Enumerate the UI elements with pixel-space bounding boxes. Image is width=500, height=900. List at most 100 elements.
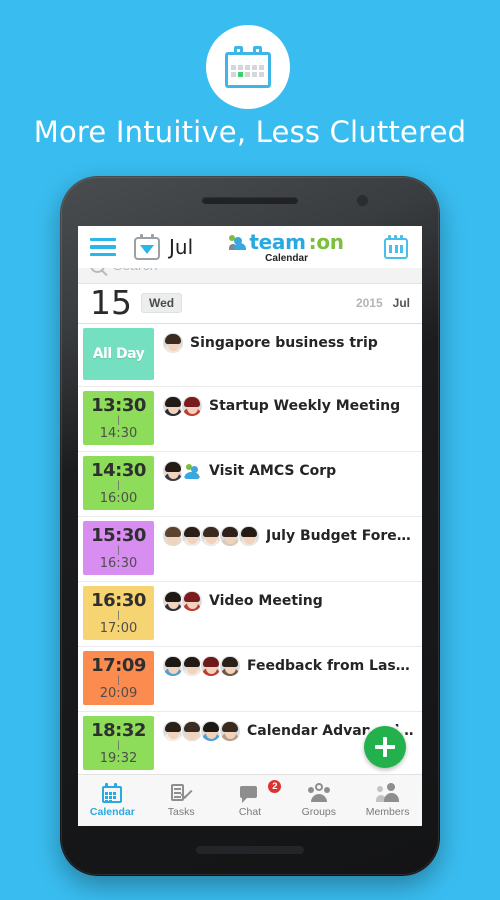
event-start-time: 17:09 [91,655,146,676]
event-row[interactable]: 14:30 | 16:00 Visit AMCS Corp [78,452,422,517]
time-separator: | [117,415,120,426]
nav-label: Groups [301,806,336,818]
event-time-chip: 13:30 | 14:30 [83,391,154,445]
attendee-avatars [162,395,203,417]
promo-tagline: More Intuitive, Less Cluttered [33,115,467,149]
event-title: July Budget Forecast [266,528,414,544]
add-event-fab[interactable] [364,726,406,768]
promo-screenshot: More Intuitive, Less Cluttered Jul team … [0,0,500,900]
avatar [219,655,241,677]
event-title: Video Meeting [209,593,323,609]
attendee-avatars [162,332,184,354]
earpiece-speaker [202,197,298,204]
attendee-avatars [162,655,241,677]
event-start-time: All Day [92,346,145,362]
time-separator: | [117,675,120,686]
event-row[interactable]: 17:09|20:09 Feedback from Last Weeks C... [78,647,422,712]
time-separator: | [117,545,120,556]
event-end-time: 20:09 [99,686,138,701]
event-start-time: 13:30 [91,395,146,416]
teamon-people-icon [229,234,247,250]
calendar-icon [225,46,271,88]
event-end-time: 17:00 [99,621,138,636]
date-header: 15 Wed 2015 Jul [78,284,422,324]
nav-item-calendar[interactable]: Calendar [78,783,147,818]
hamburger-menu-icon[interactable] [90,237,116,257]
calendar-view-icon[interactable] [384,235,408,259]
brand-logo: team:on Calendar [189,230,384,264]
event-end-time: 19:32 [99,751,138,766]
app-logo [206,25,290,109]
nav-item-tasks[interactable]: Tasks [147,783,216,818]
event-body: Feedback from Last Weeks C... [154,647,422,711]
chat-badge: 2 [267,779,283,794]
event-title: Feedback from Last Weeks C... [247,658,414,674]
search-bar[interactable]: Search [78,268,422,284]
calendar-dropdown-icon[interactable] [134,234,160,260]
phone-mockup: Jul team:on Calendar 15 Wed 2015 Jul Al… [60,176,440,876]
event-start-time: 15:30 [91,525,146,546]
event-row[interactable]: 16:30 | 17:00 Video Meeting [78,582,422,647]
event-time-chip: 18:32 | 19:32 [83,716,154,770]
event-start-time: 18:32 [91,720,146,741]
event-title: Singapore business trip [190,335,378,351]
group-avatar-icon [181,460,203,482]
groups-icon [307,783,330,803]
event-body: Singapore business trip [154,324,422,386]
attendee-avatars [162,525,260,547]
search-icon [90,268,105,273]
month-label-right: Jul [392,295,410,310]
time-separator: | [117,610,120,621]
brand-primary: team [249,230,306,254]
nav-label: Tasks [167,806,195,818]
nav-label: Chat [238,806,262,818]
event-row[interactable]: 15:30 | 16:30 July Budget Forecast [78,517,422,582]
event-title: Visit AMCS Corp [209,463,337,479]
weekday-badge: Wed [141,292,183,313]
tasks-checklist-icon [170,783,193,803]
avatar [219,720,241,742]
event-title: Startup Weekly Meeting [209,398,401,414]
event-list: All Day Singapore business trip 13:30 | 14:3… [78,324,422,777]
bottom-speaker [196,846,304,854]
event-time-chip: 15:30 | 16:30 [83,521,154,575]
bottom-navigation: Calendar Tasks 2 Chat Groups Members [78,774,422,826]
members-icon [375,783,399,803]
chat-bubble-icon [239,783,261,803]
avatar [181,590,203,612]
nav-item-members[interactable]: Members [353,783,422,818]
event-body: July Budget Forecast [154,517,422,581]
attendee-avatars [162,590,203,612]
event-body: Visit AMCS Corp [154,452,422,516]
event-end-time: 14:30 [99,426,138,441]
time-separator: | [117,480,120,491]
attendee-avatars [162,720,241,742]
nav-item-chat[interactable]: 2 Chat [216,779,285,818]
attendee-avatars [162,460,203,482]
nav-item-groups[interactable]: Groups [284,783,353,818]
event-body: Video Meeting [154,582,422,646]
year-label: 2015 [355,295,383,310]
app-header: Jul team:on Calendar [78,226,422,268]
event-start-time: 14:30 [91,460,146,481]
brand-subtitle: Calendar [265,253,308,264]
event-start-time: 16:30 [91,590,146,611]
avatar [162,332,184,354]
calendar-icon [101,783,123,803]
event-time-chip: All Day [83,328,154,380]
event-row[interactable]: 13:30 | 14:30 Startup Weekly Meeting [78,387,422,452]
event-time-chip: 14:30 | 16:00 [83,456,154,510]
event-end-time: 16:30 [99,556,138,571]
event-time-chip: 17:09 | 20:09 [83,651,154,705]
brand-accent: :on [308,230,344,254]
phone-screen: Jul team:on Calendar 15 Wed 2015 Jul Al… [78,226,422,826]
time-separator: | [117,740,120,751]
search-input[interactable]: Search [113,268,157,273]
nav-label: Members [365,806,410,818]
front-camera [357,195,368,206]
avatar [238,525,260,547]
day-number: 15 [90,283,132,322]
event-row[interactable]: All Day Singapore business trip [78,324,422,387]
event-end-time: 16:00 [99,491,138,506]
event-body: Startup Weekly Meeting [154,387,422,451]
